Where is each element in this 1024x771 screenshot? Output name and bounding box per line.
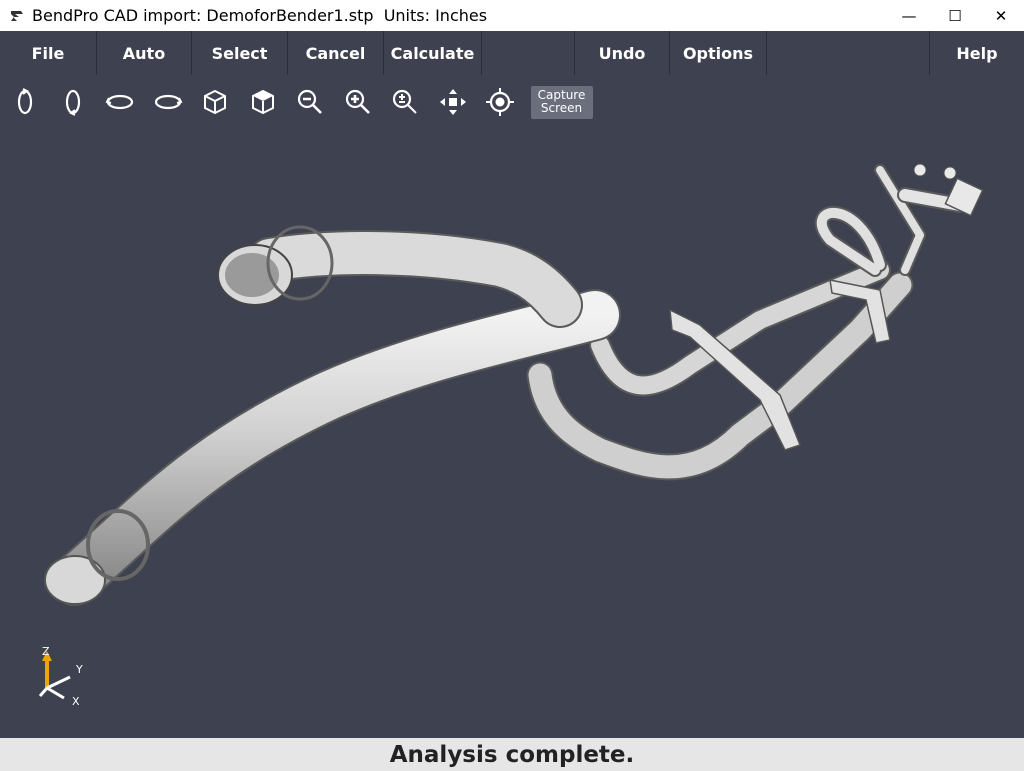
axis-y-label: Y (75, 663, 83, 676)
pipe-assembly-model (44, 163, 984, 606)
window-title: BendPro CAD import: DemoforBender1.stp U… (32, 6, 488, 25)
menu-cancel[interactable]: Cancel (288, 31, 384, 75)
axis-triad: Z Y X (38, 645, 83, 708)
iso-view-alt-icon[interactable] (244, 84, 282, 120)
menu-select[interactable]: Select (192, 31, 288, 75)
menu-spacer-1 (482, 31, 575, 75)
zoom-fit-icon[interactable] (386, 84, 424, 120)
menu-file[interactable]: File (0, 31, 97, 75)
maximize-button[interactable]: ☐ (932, 0, 978, 31)
menu-options[interactable]: Options (670, 31, 767, 75)
window-controls: — ☐ ✕ (886, 0, 1024, 31)
rotate-horizontal-left-icon[interactable] (101, 84, 139, 120)
status-bar: Analysis complete. (0, 738, 1024, 771)
3d-viewport[interactable]: Capture Screen Z Y X (0, 75, 1024, 738)
axis-x-label: X (72, 695, 80, 708)
menu-undo[interactable]: Undo (575, 31, 670, 75)
bendpro-logo-icon (11, 10, 23, 21)
rotate-vertical-left-icon[interactable] (6, 84, 44, 120)
capture-screen-button[interactable]: Capture Screen (530, 85, 593, 119)
rotate-vertical-right-icon[interactable] (54, 84, 92, 120)
axis-z-label: Z (42, 645, 50, 658)
menu-calculate[interactable]: Calculate (384, 31, 482, 75)
pan-icon[interactable] (434, 84, 472, 120)
status-message: Analysis complete. (389, 741, 635, 768)
center-target-icon[interactable] (481, 84, 519, 120)
title-bar: BendPro CAD import: DemoforBender1.stp U… (0, 0, 1024, 31)
menu-bar: File Auto Select Cancel Calculate Undo O… (0, 31, 1024, 75)
minimize-button[interactable]: — (886, 0, 932, 31)
zoom-in-icon[interactable] (339, 84, 377, 120)
zoom-out-icon[interactable] (291, 84, 329, 120)
capture-label-line2: Screen (540, 101, 583, 115)
menu-spacer-2 (767, 31, 930, 75)
menu-auto[interactable]: Auto (97, 31, 192, 75)
rotate-horizontal-right-icon[interactable] (149, 84, 187, 120)
view-toolbar: Capture Screen (6, 83, 593, 121)
close-button[interactable]: ✕ (978, 0, 1024, 31)
iso-view-icon[interactable] (196, 84, 234, 120)
menu-help[interactable]: Help (930, 31, 1024, 75)
